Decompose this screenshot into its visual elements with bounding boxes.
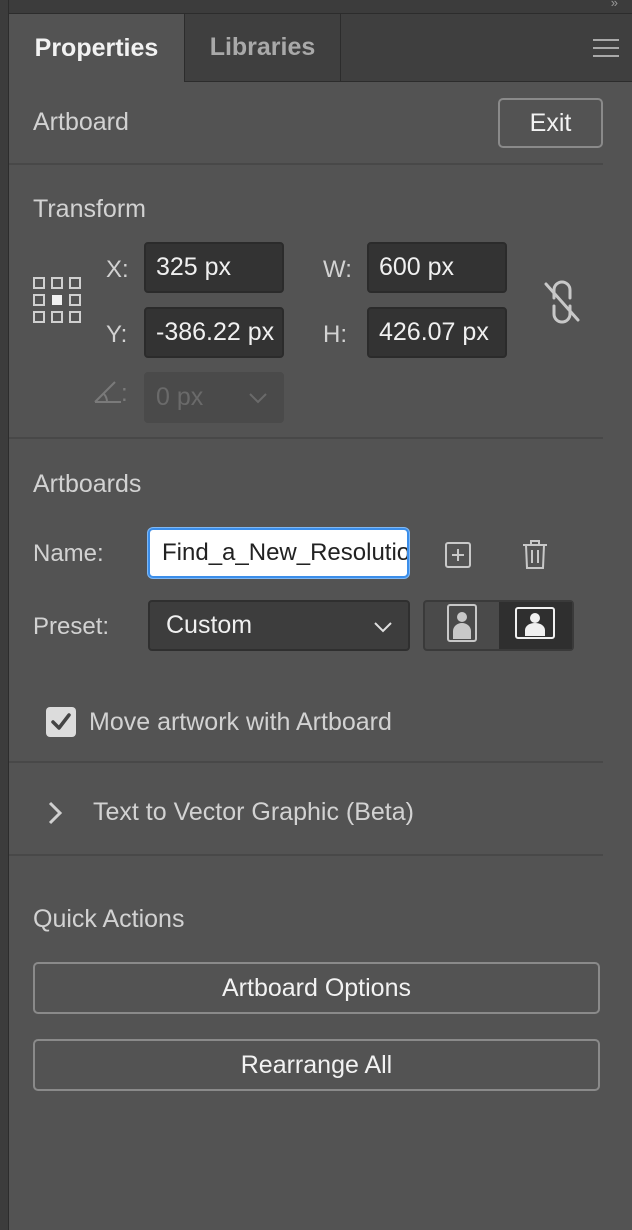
collapse-arrows-icon[interactable]: » — [611, 0, 618, 10]
portrait-button[interactable] — [425, 602, 499, 649]
chevron-right-icon[interactable] — [44, 799, 66, 827]
tab-properties[interactable]: Properties — [9, 14, 185, 82]
angle-value: 0 px — [156, 383, 204, 411]
angle-select: 0 px — [144, 372, 284, 423]
chevron-down-icon — [248, 388, 268, 408]
transform-heading: Transform — [33, 195, 146, 223]
rearrange-all-button[interactable]: Rearrange All — [33, 1039, 600, 1091]
preset-select[interactable]: Custom — [148, 600, 410, 651]
text-to-vector-section[interactable]: Text to Vector Graphic (Beta) — [93, 798, 414, 827]
artboard-heading: Artboard — [33, 108, 129, 136]
preset-value: Custom — [166, 611, 253, 639]
reference-point-icon[interactable] — [31, 276, 83, 324]
name-label: Name: — [33, 540, 104, 567]
tab-libraries[interactable]: Libraries — [185, 14, 341, 81]
checkmark-icon — [51, 713, 71, 730]
artboard-name-input[interactable]: Find_a_New_Resolution — [148, 528, 409, 578]
y-input[interactable]: -386.22 px — [144, 307, 284, 358]
trash-icon[interactable] — [520, 538, 550, 570]
top-edge: » — [0, 0, 632, 14]
new-artboard-icon[interactable] — [443, 540, 473, 570]
angle-label: : — [121, 380, 128, 407]
x-input[interactable]: 325 px — [144, 242, 284, 293]
menu-icon[interactable] — [593, 39, 619, 57]
h-label: H: — [323, 321, 347, 348]
quick-actions-heading: Quick Actions — [33, 905, 185, 933]
orientation-toggle — [423, 600, 574, 651]
move-artwork-checkbox[interactable] — [46, 707, 76, 737]
h-input[interactable]: 426.07 px — [367, 307, 507, 358]
divider — [9, 854, 603, 856]
angle-icon — [92, 378, 124, 406]
artboards-heading: Artboards — [33, 470, 142, 498]
panel-tab-bar: Properties Libraries — [9, 14, 632, 82]
w-input[interactable]: 600 px — [367, 242, 507, 293]
move-artwork-label[interactable]: Move artwork with Artboard — [89, 708, 392, 737]
divider — [9, 761, 603, 763]
preset-label: Preset: — [33, 613, 110, 640]
portrait-icon — [446, 603, 478, 648]
x-label: X: — [106, 256, 129, 283]
y-label: Y: — [106, 321, 128, 348]
landscape-icon — [514, 606, 556, 645]
artboard-options-button[interactable]: Artboard Options — [33, 962, 600, 1014]
exit-button[interactable]: Exit — [498, 98, 603, 148]
w-label: W: — [323, 256, 352, 283]
link-proportions-icon[interactable] — [540, 280, 584, 324]
divider — [9, 437, 603, 439]
chevron-down-icon — [372, 620, 394, 634]
left-edge — [0, 0, 9, 1230]
landscape-button[interactable] — [498, 602, 572, 649]
divider — [9, 163, 603, 165]
